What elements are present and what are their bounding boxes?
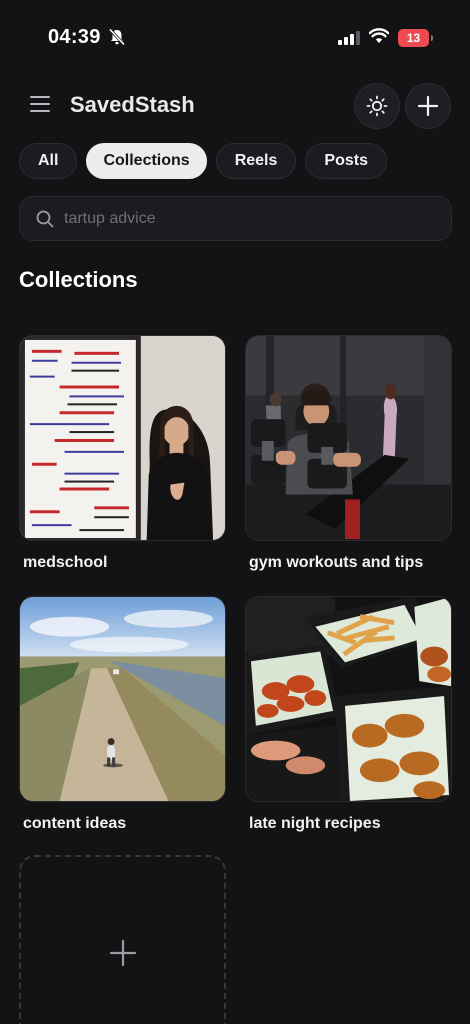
collection-thumbnail xyxy=(19,335,226,541)
hamburger-menu-icon[interactable] xyxy=(30,96,50,114)
search-icon xyxy=(36,210,54,227)
plus-icon xyxy=(417,95,439,117)
collection-name: late night recipes xyxy=(249,815,381,832)
search-input[interactable] xyxy=(64,209,424,228)
collection-card-medschool[interactable]: medschool xyxy=(19,335,226,572)
search-bar[interactable] xyxy=(19,196,452,241)
add-button[interactable] xyxy=(405,83,451,129)
theme-toggle-button[interactable] xyxy=(354,83,400,129)
status-bar: 04:39 13 xyxy=(0,0,470,76)
tab-posts[interactable]: Posts xyxy=(305,143,387,179)
collection-thumbnail xyxy=(19,596,226,802)
app-title: SavedStash xyxy=(70,92,195,117)
collection-thumbnail xyxy=(245,335,452,541)
sun-icon xyxy=(366,95,388,117)
collection-card-late-night-recipes[interactable]: late night recipes xyxy=(245,596,452,833)
section-title: Collections xyxy=(19,267,138,292)
collection-name: gym workouts and tips xyxy=(249,554,424,571)
battery-level: 13 xyxy=(406,31,421,45)
signal-icon xyxy=(338,31,360,45)
new-collection-button[interactable] xyxy=(19,855,226,1024)
status-time: 04:39 xyxy=(48,26,101,48)
collection-name: content ideas xyxy=(23,815,127,832)
battery-indicator: 13 xyxy=(398,29,433,47)
wifi-icon xyxy=(369,28,389,43)
tab-reels[interactable]: Reels xyxy=(215,143,297,179)
collection-thumbnail xyxy=(245,596,452,802)
bell-slash-icon xyxy=(108,28,126,46)
tab-collections[interactable]: Collections xyxy=(86,143,207,179)
filter-tabs: All Collections Reels Posts xyxy=(19,143,387,179)
collection-card-gym[interactable]: gym workouts and tips xyxy=(245,335,452,572)
tab-all[interactable]: All xyxy=(19,143,78,179)
collection-name: medschool xyxy=(23,554,108,571)
plus-icon xyxy=(109,939,136,967)
collection-card-content-ideas[interactable]: content ideas xyxy=(19,596,226,833)
